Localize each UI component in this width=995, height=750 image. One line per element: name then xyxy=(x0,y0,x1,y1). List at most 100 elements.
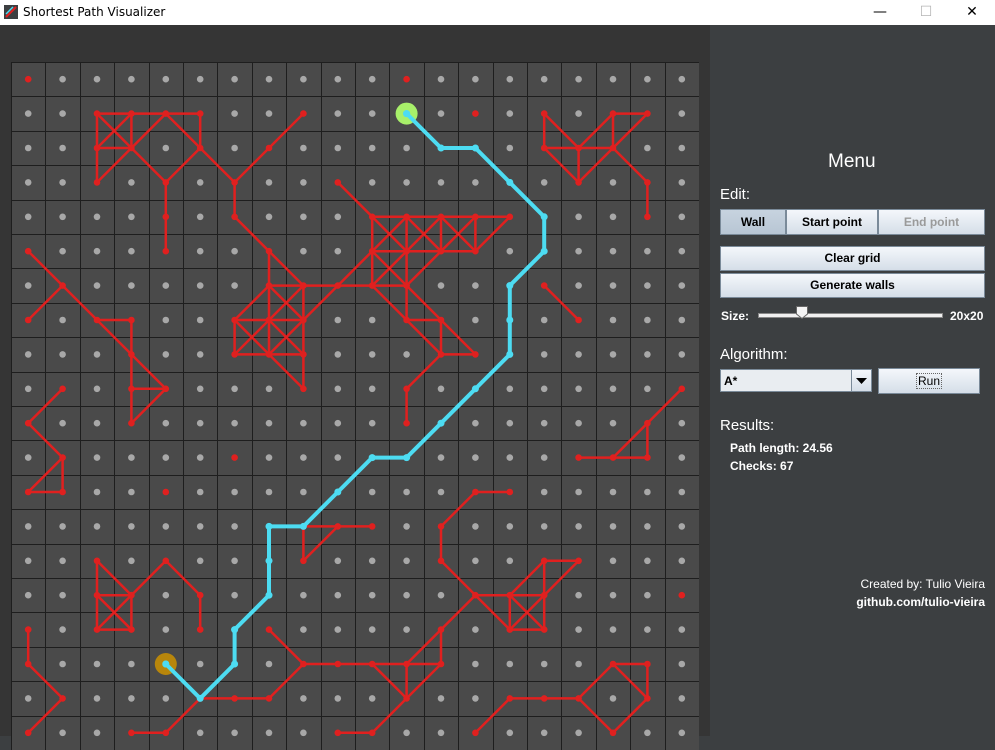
cell-dot xyxy=(128,75,135,83)
wall-cell-dot xyxy=(162,729,170,737)
wall-cell-dot xyxy=(265,695,273,702)
path-node xyxy=(540,247,548,255)
wall-cell-dot xyxy=(540,282,548,289)
wall-cell-dot xyxy=(93,591,101,599)
wall-cell-dot xyxy=(24,488,32,496)
wall-cell-dot xyxy=(162,488,170,496)
cell-dot xyxy=(196,385,204,393)
cell-dot xyxy=(575,213,582,221)
cell-dot xyxy=(540,351,548,358)
cell-dot xyxy=(678,695,686,702)
wall-button[interactable]: Wall xyxy=(720,209,786,235)
edit-label: Edit: xyxy=(720,186,751,203)
path-node xyxy=(231,660,239,668)
wall-cell-dot xyxy=(403,282,410,289)
run-button[interactable]: Run xyxy=(878,368,980,394)
app-icon xyxy=(4,5,18,19)
wall-cell-dot xyxy=(59,454,66,461)
cell-dot xyxy=(575,110,582,117)
wall-cell-dot xyxy=(128,626,135,633)
wall-cell-dot xyxy=(265,247,273,255)
generate-walls-button[interactable]: Generate walls xyxy=(720,273,985,298)
maximize-button[interactable]: ☐ xyxy=(903,0,949,25)
path-grid[interactable] xyxy=(11,62,699,750)
cell-dot xyxy=(437,591,445,599)
minimize-button[interactable]: — xyxy=(857,0,903,25)
wall-cell-dot xyxy=(575,316,582,324)
cell-dot xyxy=(162,695,170,702)
size-slider-thumb[interactable] xyxy=(796,306,808,319)
cell-dot xyxy=(162,523,170,530)
wall-cell-dot xyxy=(128,419,135,427)
cell-dot xyxy=(93,75,101,83)
algorithm-label: Algorithm: xyxy=(720,346,788,363)
cell-dot xyxy=(575,660,582,668)
path-node xyxy=(437,419,445,427)
cell-dot xyxy=(506,454,514,461)
cell-dot xyxy=(162,75,170,83)
wall-cell-dot xyxy=(265,316,273,324)
wall-cell-dot xyxy=(59,282,66,289)
cell-dot xyxy=(59,213,66,221)
cell-dot xyxy=(59,729,66,737)
wall-cell-dot xyxy=(368,213,376,221)
cell-dot xyxy=(609,557,617,565)
wall-cell-dot xyxy=(609,729,617,737)
cell-dot xyxy=(403,626,410,633)
path-node xyxy=(368,454,376,462)
cell-dot xyxy=(93,385,101,393)
clear-grid-button[interactable]: Clear grid xyxy=(720,246,985,271)
path-node xyxy=(437,144,445,152)
wall-cell-dot xyxy=(162,110,170,117)
wall-cell-dot xyxy=(472,591,479,599)
dropdown-arrow-icon[interactable] xyxy=(851,370,871,391)
algorithm-select[interactable]: A* xyxy=(720,369,872,392)
cell-dot xyxy=(24,695,32,702)
cell-dot xyxy=(196,419,204,427)
cell-dot xyxy=(196,282,204,289)
cell-dot xyxy=(162,144,170,152)
cell-dot xyxy=(265,110,273,117)
wall-cell-dot xyxy=(300,282,307,289)
cell-dot xyxy=(678,419,686,427)
cell-dot xyxy=(231,591,238,599)
path-node xyxy=(403,454,411,462)
start-point-button[interactable]: Start point xyxy=(786,209,878,235)
cell-dot xyxy=(300,419,307,427)
wall-cell-dot xyxy=(265,282,273,289)
cell-dot xyxy=(93,454,101,461)
cell-dot xyxy=(403,488,410,496)
cell-dot xyxy=(437,110,445,117)
cell-dot xyxy=(334,316,342,324)
cell-dot xyxy=(437,729,445,737)
cell-dot xyxy=(231,110,238,117)
end-point-button[interactable]: End point xyxy=(878,209,985,235)
cell-dot xyxy=(265,385,273,393)
cell-dot xyxy=(437,454,445,461)
wall-cell-dot xyxy=(644,419,651,427)
cell-dot xyxy=(196,316,204,324)
wall-cell-dot xyxy=(540,110,548,117)
cell-dot xyxy=(368,488,376,496)
checks-text: Checks: 67 xyxy=(730,459,794,473)
wall-cell-dot xyxy=(472,729,479,737)
wall-cell-dot xyxy=(196,591,204,599)
cell-dot xyxy=(678,557,686,565)
wall-cell-dot xyxy=(265,351,273,358)
path-node xyxy=(471,385,479,393)
size-slider-track[interactable] xyxy=(758,313,943,318)
path-node xyxy=(299,522,307,530)
wall-cell-dot xyxy=(334,179,342,186)
cell-dot xyxy=(231,419,238,427)
cell-dot xyxy=(678,179,686,186)
github-link[interactable]: github.com/tulio-vieira xyxy=(856,595,985,609)
algorithm-value: A* xyxy=(724,374,738,388)
wall-cell-dot xyxy=(368,282,376,289)
cell-dot xyxy=(300,454,307,461)
wall-cell-dot xyxy=(300,110,307,117)
cell-dot xyxy=(24,591,32,599)
cell-dot xyxy=(59,591,66,599)
cell-dot xyxy=(334,351,342,358)
close-button[interactable]: ✕ xyxy=(949,0,995,25)
path-node xyxy=(196,694,204,702)
